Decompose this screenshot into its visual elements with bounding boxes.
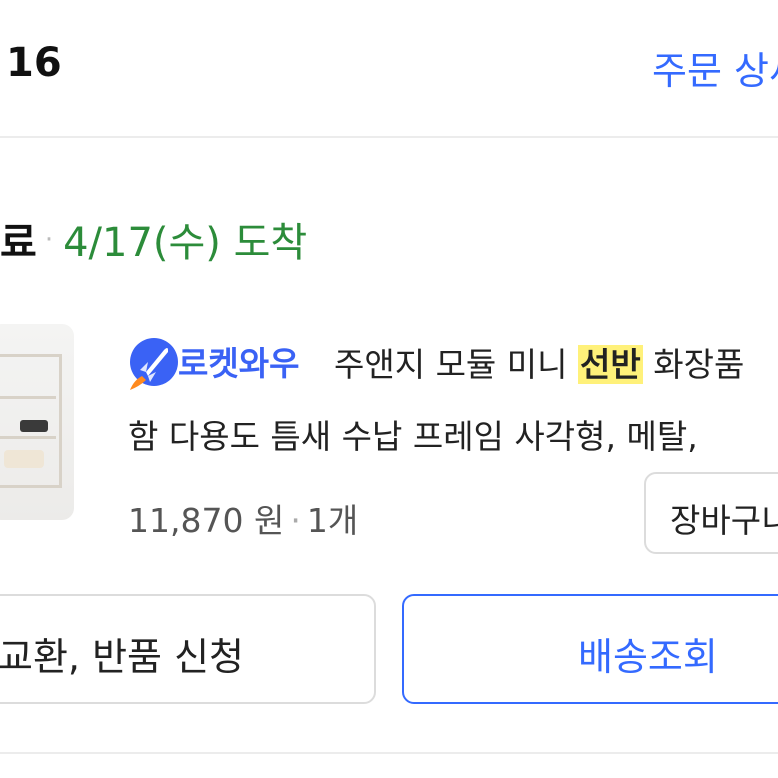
rocket-wow-label: 로켓와우 — [178, 344, 300, 383]
product-thumbnail[interactable] — [0, 324, 74, 520]
status-separator: · — [44, 225, 54, 255]
track-delivery-label: 배송조회 — [578, 635, 718, 679]
order-detail-link[interactable]: 주문 상세 — [652, 40, 778, 95]
price-quantity: 11,870 원 · 1개 — [128, 494, 358, 542]
title-text: 주앤지 모듈 미니 — [334, 345, 568, 384]
exchange-return-button[interactable]: 교환, 반품 신청 — [0, 594, 376, 704]
product-title-line1[interactable]: 주앤지 모듈 미니 선반 화장품 — [334, 338, 744, 386]
order-date: 16 — [6, 40, 62, 86]
product-price: 11,870 원 — [128, 501, 285, 540]
header-divider — [0, 136, 778, 138]
bottom-divider — [0, 752, 778, 754]
product-title-line2[interactable]: 함 다용도 틈새 수납 프레임 사각형, 메탈, — [128, 410, 698, 458]
delivery-status-text: 료 — [0, 220, 37, 266]
exchange-return-label: 교환, 반품 신청 — [0, 635, 244, 679]
rocket-icon — [130, 338, 178, 390]
shipment-status: 료 · 4/17(수) 도착 — [0, 210, 307, 268]
add-to-cart-button[interactable]: 장바구니 — [644, 472, 778, 554]
search-highlight: 선반 — [578, 345, 643, 384]
product-quantity: 1개 — [306, 501, 359, 540]
price-separator: · — [290, 501, 301, 540]
title-text-after: 화장품 — [653, 345, 745, 384]
cart-button-label: 장바구니 — [670, 501, 778, 540]
track-delivery-button[interactable]: 배송조회 — [402, 594, 778, 704]
arrival-date: 4/17(수) 도착 — [63, 220, 308, 266]
